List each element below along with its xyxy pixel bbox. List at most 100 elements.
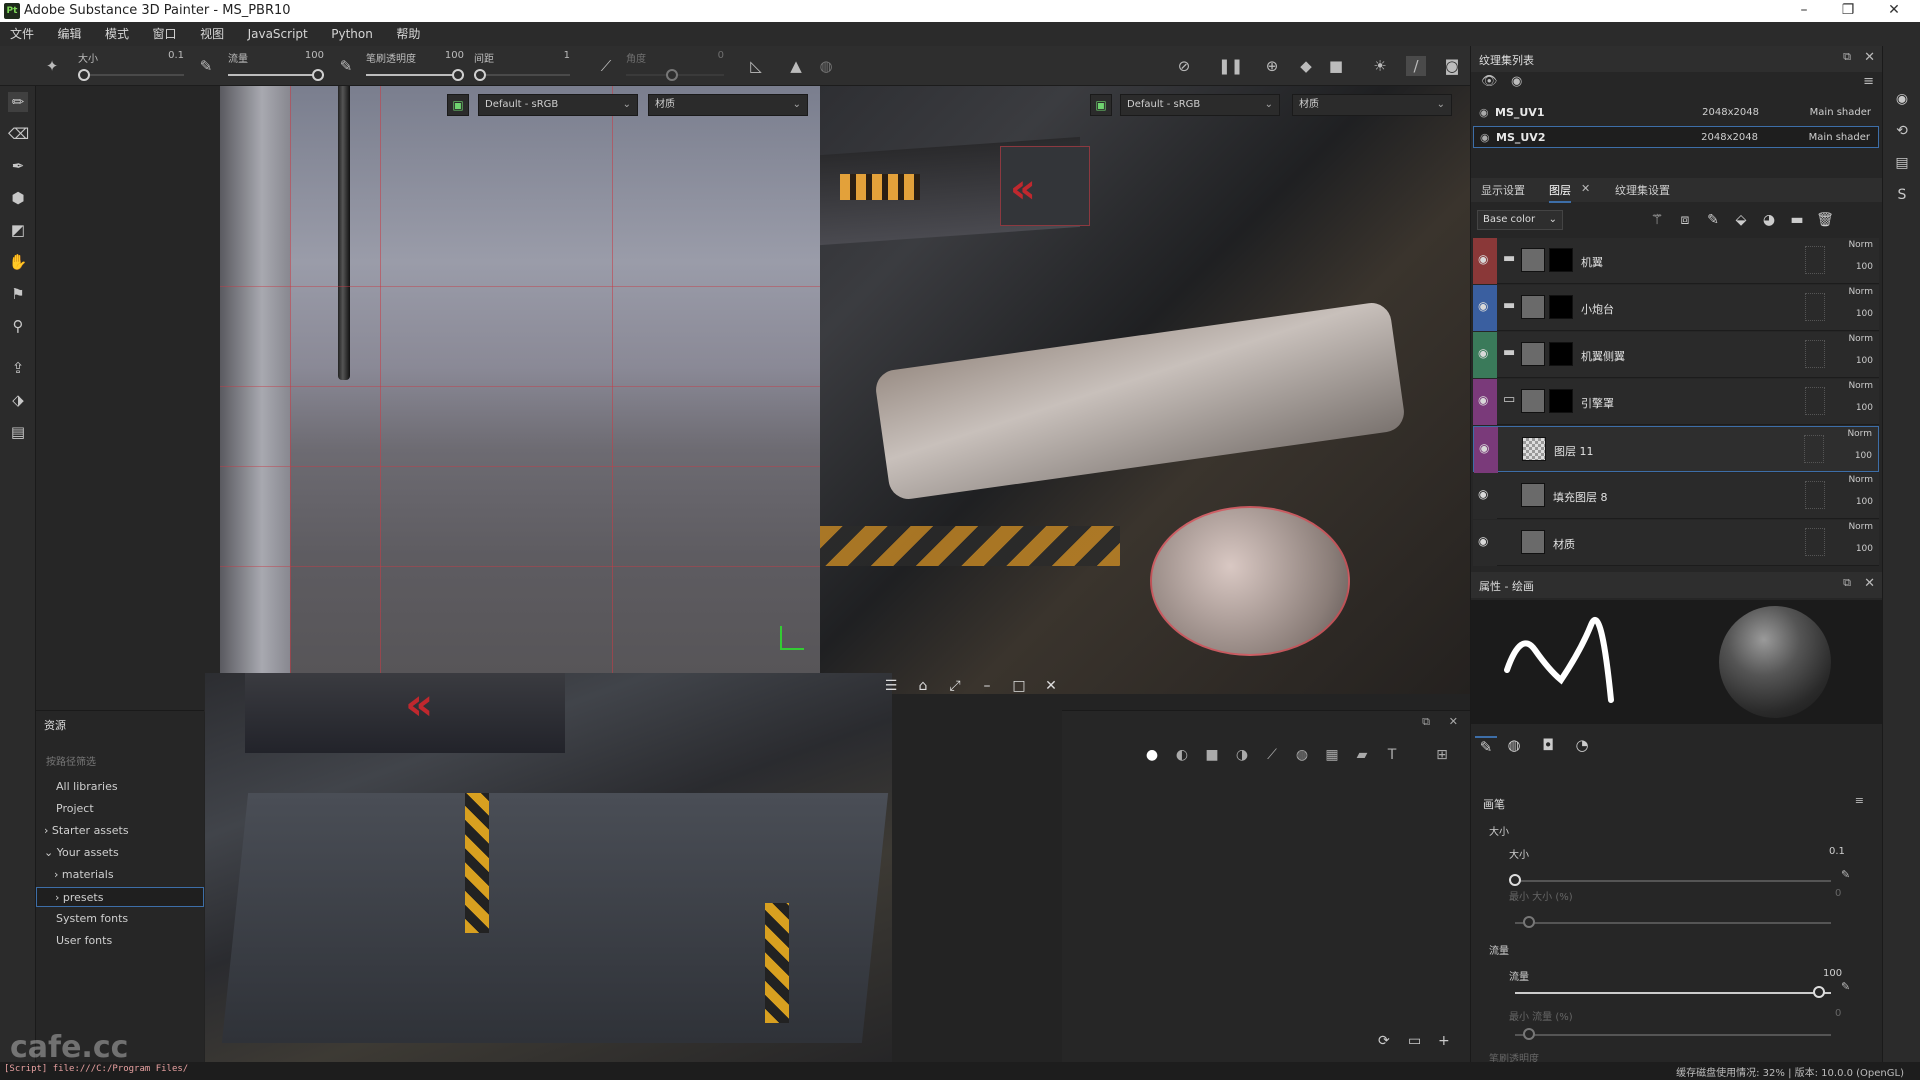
refresh-icon[interactable]: ⟳: [1378, 1033, 1390, 1049]
min-size-slider-track[interactable]: [1515, 922, 1831, 924]
symmetry-settings-icon[interactable]: ◍: [816, 56, 836, 76]
viewport-3d[interactable]: « ▣ Default - sRGB ⌄ 材质 ⌄: [820, 86, 1470, 694]
filter-text-icon[interactable]: T: [1382, 747, 1402, 767]
angle-slider-knob[interactable]: [666, 69, 678, 81]
layer-mask-thumbnail[interactable]: [1549, 389, 1573, 413]
minimize-icon[interactable]: –: [976, 678, 998, 694]
display-mode-icon[interactable]: ◆: [1296, 56, 1316, 76]
library-system-fonts[interactable]: System fonts: [36, 909, 204, 929]
filter-environment-icon[interactable]: ▰: [1352, 747, 1372, 767]
layer-name[interactable]: 小炮台: [1581, 301, 1614, 317]
filter-texture-icon[interactable]: ◍: [1292, 747, 1312, 767]
brush-preset-icon[interactable]: ✦: [42, 56, 62, 76]
flow-slider-knob[interactable]: [1813, 986, 1825, 998]
layer-mask-thumbnail[interactable]: [1549, 342, 1573, 366]
layer-blend-mode[interactable]: Norm: [1848, 475, 1873, 485]
menu-window[interactable]: 窗口: [143, 22, 187, 46]
projection-icon[interactable]: ✒: [8, 156, 28, 176]
texture-set-row[interactable]: ◉ MS_UV1 2048x2048 Main shader: [1473, 102, 1879, 124]
hide-icon[interactable]: ⊘: [1174, 56, 1194, 76]
menu-edit[interactable]: 编辑: [48, 22, 92, 46]
stencil-tab-icon[interactable]: ◘: [1537, 736, 1559, 758]
eye-icon[interactable]: ◉: [1480, 127, 1490, 149]
channel-dropdown-3d[interactable]: 材质 ⌄: [1292, 94, 1452, 116]
min-flow-slider-knob[interactable]: [1523, 1028, 1535, 1040]
tab-texture-set-settings[interactable]: 纹理集设置: [1615, 182, 1670, 198]
eye-icon[interactable]: ◉: [1479, 102, 1489, 124]
folder-icon[interactable]: ▬: [1503, 251, 1515, 266]
maximize-icon[interactable]: □: [1008, 678, 1030, 694]
layer-blend-mode[interactable]: Norm: [1847, 429, 1872, 439]
alignment-icon[interactable]: ◺: [746, 56, 766, 76]
pen-pressure-icon-2[interactable]: ✎: [336, 56, 356, 76]
flow-pressure-icon[interactable]: ✎: [1841, 980, 1850, 993]
camera-icon[interactable]: ■: [1326, 56, 1346, 76]
color-tab-icon[interactable]: ◔: [1571, 736, 1593, 758]
menu-help[interactable]: 帮助: [386, 22, 430, 46]
brush-tab-icon[interactable]: ✎: [1475, 736, 1497, 758]
fullscreen-icon[interactable]: ⤢: [944, 678, 966, 694]
layer-row[interactable]: ◉ ▬ 机翼侧翼 Norm 100: [1473, 332, 1879, 378]
filter-material-icon[interactable]: ●: [1142, 747, 1162, 767]
layer-row[interactable]: ◉ ▭ 引擎罩 Norm 100: [1473, 379, 1879, 425]
spacing-slider-knob[interactable]: [474, 69, 486, 81]
solo-icon[interactable]: ◉: [1511, 74, 1522, 89]
colorspace-dropdown-2d[interactable]: Default - sRGB ⌄: [478, 94, 638, 116]
layer-name[interactable]: 填充图层 8: [1553, 489, 1608, 505]
menu-file[interactable]: 文件: [0, 22, 44, 46]
library-all[interactable]: All libraries: [36, 777, 204, 797]
export-icon[interactable]: ▤: [8, 422, 28, 442]
viewport-color-icon-3d[interactable]: ▣: [1090, 94, 1112, 116]
minimize-button[interactable]: –: [1784, 0, 1824, 22]
layer-opacity[interactable]: 100: [1856, 356, 1873, 366]
folder-icon[interactable]: ▭: [1503, 392, 1515, 407]
menu-mode[interactable]: 模式: [95, 22, 139, 46]
add-folder-icon[interactable]: ▬: [1787, 210, 1807, 230]
layer-opacity[interactable]: 100: [1855, 451, 1872, 461]
channel-dropdown-2d[interactable]: 材质 ⌄: [648, 94, 808, 116]
colorspace-dropdown-3d[interactable]: Default - sRGB ⌄: [1120, 94, 1280, 116]
smudge-icon[interactable]: ✋: [8, 252, 28, 272]
layer-name[interactable]: 引擎罩: [1581, 395, 1614, 411]
size-pressure-icon[interactable]: ✎: [1841, 868, 1850, 881]
clone-icon[interactable]: ⚑: [8, 284, 28, 304]
layer-row[interactable]: ◉ 图层 11 Norm 100: [1473, 426, 1879, 473]
layer-name[interactable]: 材质: [1553, 536, 1575, 552]
min-flow-slider-track[interactable]: [1515, 1034, 1831, 1036]
add-effect-icon[interactable]: ⚚: [1647, 210, 1667, 230]
menu-view[interactable]: 视图: [190, 22, 234, 46]
layer-visibility-icon[interactable]: ◉: [1478, 299, 1488, 313]
paint-brush-icon[interactable]: ✏: [8, 92, 28, 112]
layer-visibility-icon[interactable]: ◉: [1478, 534, 1488, 548]
layer-row[interactable]: ◉ ▬ 小炮台 Norm 100: [1473, 285, 1879, 331]
layer-row[interactable]: ◉ 材质 Norm 100: [1473, 520, 1879, 566]
layer-visibility-icon[interactable]: ◉: [1478, 252, 1488, 266]
filter-smart-material-icon[interactable]: ◐: [1172, 747, 1192, 767]
layer-blend-mode[interactable]: Norm: [1848, 240, 1873, 250]
layer-blend-mode[interactable]: Norm: [1848, 334, 1873, 344]
layer-visibility-icon[interactable]: ◉: [1478, 393, 1488, 407]
shading-icon[interactable]: ◉: [1893, 90, 1911, 108]
flow-slider-knob[interactable]: [312, 69, 324, 81]
min-size-slider-knob[interactable]: [1523, 916, 1535, 928]
panel-close-icon[interactable]: ✕: [1864, 50, 1875, 65]
layer-blend-mode[interactable]: Norm: [1848, 287, 1873, 297]
filter-smart-mask-icon[interactable]: ◑: [1232, 747, 1252, 767]
library-presets[interactable]: › presets: [36, 887, 204, 907]
delete-layer-icon[interactable]: 🗑: [1815, 210, 1835, 230]
close-icon[interactable]: ✕: [1040, 678, 1062, 694]
library-user-fonts[interactable]: User fonts: [36, 931, 204, 951]
tab-display-settings[interactable]: 显示设置: [1481, 182, 1525, 198]
layer-name[interactable]: 机翼: [1581, 254, 1603, 270]
layer-visibility-icon[interactable]: ◉: [1479, 441, 1489, 455]
layer-blend-mode[interactable]: Norm: [1848, 381, 1873, 391]
popout-icon[interactable]: ⧉: [1843, 50, 1851, 64]
size-slider-track[interactable]: [1515, 880, 1831, 882]
layer-opacity[interactable]: 100: [1856, 309, 1873, 319]
folder-icon[interactable]: ▬: [1503, 345, 1515, 360]
layer-opacity[interactable]: 100: [1856, 262, 1873, 272]
library-materials[interactable]: › materials: [36, 865, 204, 885]
lazy-mouse-icon[interactable]: ⟋: [596, 56, 616, 76]
history-icon[interactable]: ⟲: [1893, 122, 1911, 140]
flow-slider-track[interactable]: [1515, 992, 1831, 994]
